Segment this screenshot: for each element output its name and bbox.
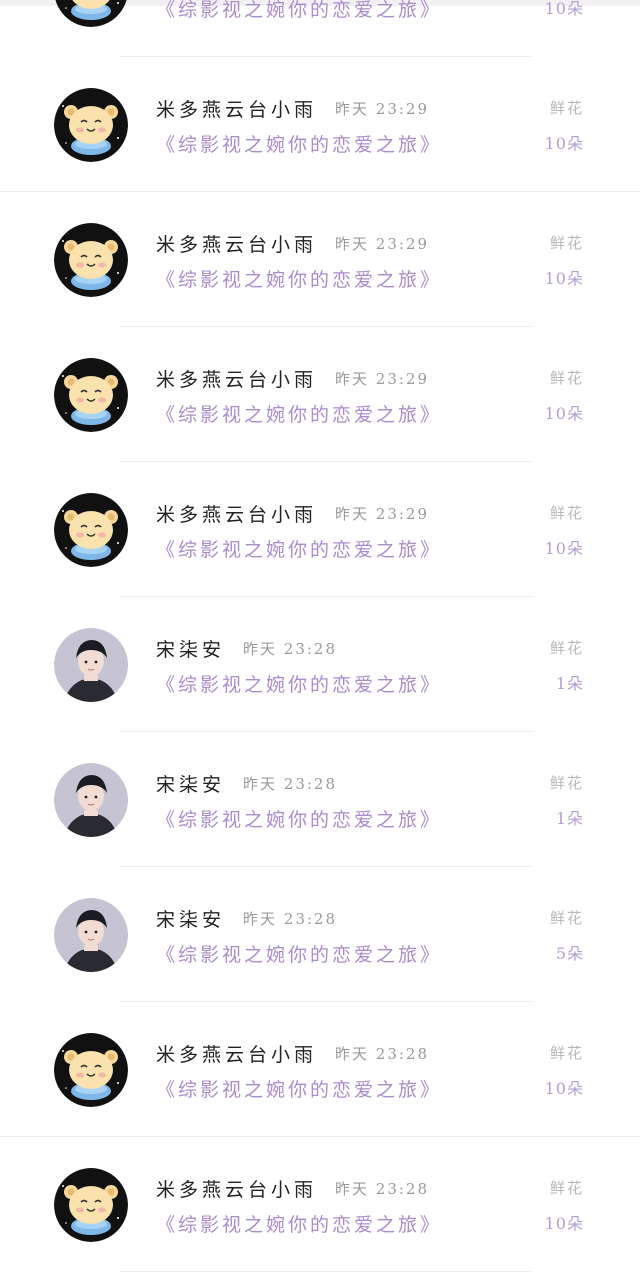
- gift-type-label: 鲜花: [549, 99, 584, 117]
- timestamp: 昨天 23:28: [243, 909, 338, 928]
- username[interactable]: 米多燕云台小雨: [156, 1040, 317, 1067]
- gift-record-row[interactable]: 宋柒安 昨天 23:28 《综影视之婉你的恋爱之旅》 鲜花 1朵: [0, 597, 640, 732]
- boy-photo-avatar-icon[interactable]: [54, 763, 128, 837]
- gift-count: 10朵: [544, 269, 584, 288]
- name-line: 米多燕云台小雨 昨天 23:29: [156, 94, 429, 122]
- name-line: 宋柒安 昨天 23:28: [156, 769, 337, 797]
- work-title-link[interactable]: 《综影视之婉你的恋爱之旅》: [156, 939, 442, 967]
- gift-record-row[interactable]: 米多燕云台小雨 昨天 23:28 《综影视之婉你的恋爱之旅》 鲜花 10朵: [0, 1137, 640, 1272]
- name-line: 米多燕云台小雨 昨天 23:29: [156, 364, 429, 392]
- work-title-link[interactable]: 《综影视之婉你的恋爱之旅》: [156, 1209, 442, 1237]
- gift-type-label: 鲜花: [549, 639, 584, 657]
- work-title-link[interactable]: 《综影视之婉你的恋爱之旅》: [156, 0, 442, 22]
- hamster-avatar-icon[interactable]: [54, 0, 128, 27]
- row-divider: [120, 1271, 532, 1272]
- gift-count: 10朵: [544, 1079, 584, 1098]
- work-title-link[interactable]: 《综影视之婉你的恋爱之旅》: [156, 264, 442, 292]
- gift-type-label: 鲜花: [549, 774, 584, 792]
- timestamp: 昨天 23:29: [335, 99, 430, 118]
- username[interactable]: 宋柒安: [156, 635, 225, 662]
- timestamp: 昨天 23:28: [243, 639, 338, 658]
- gift-count: 10朵: [544, 134, 584, 153]
- hamster-avatar-icon[interactable]: [54, 1168, 128, 1242]
- gift-record-row[interactable]: 米多燕云台小雨昨天 23:29 《综影视之婉你的恋爱之旅》 鲜花 10朵: [0, 57, 640, 192]
- hamster-avatar-icon[interactable]: [54, 358, 128, 432]
- gift-count: 10朵: [544, 404, 584, 423]
- gift-record-page: 米多燕云台小雨昨天 23:29《综影视之婉你的恋爱之旅》鲜花10朵米多燕云台小雨…: [0, 0, 640, 1280]
- username[interactable]: 米多燕云台小雨: [156, 95, 317, 122]
- gift-type-label: 鲜花: [549, 909, 584, 927]
- work-title-link[interactable]: 《综影视之婉你的恋爱之旅》: [156, 399, 442, 427]
- name-line: 米多燕云台小雨 昨天 23:29: [156, 499, 429, 527]
- gift-record-row[interactable]: 米多燕云台小雨昨天 23:29 《综影视之婉你的恋爱之旅》 鲜花 10朵: [0, 327, 640, 462]
- name-line: 宋柒安 昨天 23:28: [156, 634, 337, 662]
- timestamp: 昨天 23:28: [243, 774, 338, 793]
- username[interactable]: 米多燕云台小雨: [156, 365, 317, 392]
- gift-type-label: 鲜花: [549, 504, 584, 522]
- gift-type-label: 鲜花: [549, 1044, 584, 1062]
- username[interactable]: 米多燕云台小雨: [156, 500, 317, 527]
- name-line: 米多燕云台小雨 昨天 23:28: [156, 1039, 429, 1067]
- gift-count: 10朵: [544, 1214, 584, 1233]
- username[interactable]: 宋柒安: [156, 770, 225, 797]
- gift-count: 1朵: [555, 674, 584, 693]
- username[interactable]: 米多燕云台小雨: [156, 1175, 317, 1202]
- gift-type-label: 鲜花: [549, 234, 584, 252]
- hamster-avatar-icon[interactable]: [54, 493, 128, 567]
- name-line: 米多燕云台小雨 昨天 23:28: [156, 1174, 429, 1202]
- gift-record-row[interactable]: 米多燕云台小雨昨天 23:29 《综影视之婉你的恋爱之旅》 鲜花 10朵: [0, 192, 640, 327]
- timestamp: 昨天 23:28: [335, 1044, 430, 1063]
- gift-type-label: 鲜花: [549, 369, 584, 387]
- name-line: 宋柒安 昨天 23:28: [156, 904, 337, 932]
- gift-record-row[interactable]: 米多燕云台小雨 昨天 23:28 《综影视之婉你的恋爱之旅》 鲜花 10朵: [0, 1002, 640, 1137]
- gift-count: 5朵: [555, 944, 584, 963]
- gift-record-row[interactable]: 宋柒安 昨天 23:28 《综影视之婉你的恋爱之旅》 鲜花 5朵: [0, 867, 640, 1002]
- work-title-link[interactable]: 《综影视之婉你的恋爱之旅》: [156, 129, 442, 157]
- timestamp: 昨天 23:29: [335, 369, 430, 388]
- hamster-avatar-icon[interactable]: [54, 1033, 128, 1107]
- boy-photo-avatar-icon[interactable]: [54, 898, 128, 972]
- username[interactable]: 宋柒安: [156, 905, 225, 932]
- boy-photo-avatar-icon[interactable]: [54, 628, 128, 702]
- gift-count: 1朵: [555, 809, 584, 828]
- gift-record-row[interactable]: 米多燕云台小雨昨天 23:29《综影视之婉你的恋爱之旅》鲜花10朵: [0, 0, 640, 57]
- work-title-link[interactable]: 《综影视之婉你的恋爱之旅》: [156, 669, 442, 697]
- timestamp: 昨天 23:29: [335, 234, 430, 253]
- work-title-link[interactable]: 《综影视之婉你的恋爱之旅》: [156, 1074, 442, 1102]
- gift-record-row[interactable]: 米多燕云台小雨昨天 23:29 《综影视之婉你的恋爱之旅》 鲜花 10朵: [0, 462, 640, 597]
- username[interactable]: 米多燕云台小雨: [156, 230, 317, 257]
- work-title-link[interactable]: 《综影视之婉你的恋爱之旅》: [156, 804, 442, 832]
- gift-record-row[interactable]: 宋柒安 昨天 23:28 《综影视之婉你的恋爱之旅》 鲜花 1朵: [0, 732, 640, 867]
- timestamp: 昨天 23:29: [335, 504, 430, 523]
- gift-count: 10朵: [544, 0, 584, 18]
- name-line: 米多燕云台小雨 昨天 23:29: [156, 229, 429, 257]
- work-title-link[interactable]: 《综影视之婉你的恋爱之旅》: [156, 534, 442, 562]
- gift-record-list[interactable]: 米多燕云台小雨昨天 23:29《综影视之婉你的恋爱之旅》鲜花10朵米多燕云台小雨…: [0, 0, 640, 1272]
- hamster-avatar-icon[interactable]: [54, 88, 128, 162]
- gift-type-label: 鲜花: [549, 1179, 584, 1197]
- gift-count: 10朵: [544, 539, 584, 558]
- timestamp: 昨天 23:28: [335, 1179, 430, 1198]
- hamster-avatar-icon[interactable]: [54, 223, 128, 297]
